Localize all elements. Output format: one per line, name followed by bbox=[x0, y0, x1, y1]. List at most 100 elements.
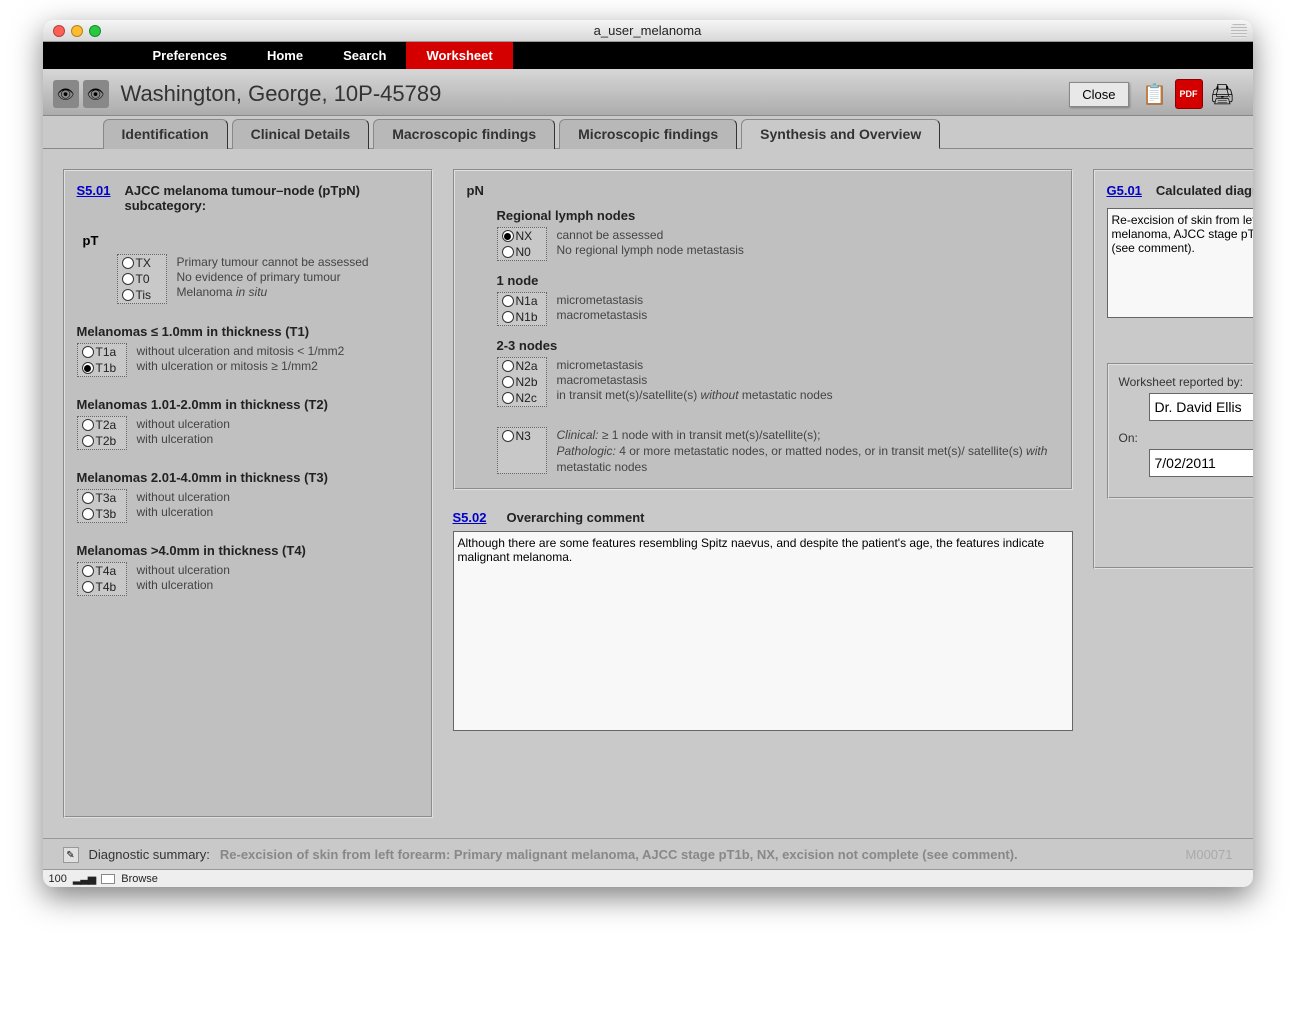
nav-search[interactable]: Search bbox=[323, 42, 406, 69]
pt-group-heading: Melanomas 1.01-2.0mm in thickness (T2) bbox=[77, 397, 419, 412]
footer-icon[interactable]: ✎ bbox=[63, 847, 79, 863]
desc-tis: Melanoma in situ bbox=[177, 285, 369, 299]
reported-by-label: Worksheet reported by: bbox=[1119, 375, 1253, 389]
radio-n0[interactable]: N0 bbox=[498, 244, 546, 260]
radio-n2a[interactable]: N2a bbox=[498, 358, 546, 374]
pn-23nodes-heading: 2-3 nodes bbox=[497, 338, 1059, 353]
panel-summary: G5.01 Calculated diagnostic summary - ed… bbox=[1093, 169, 1253, 569]
tab-microscopic[interactable]: Microscopic findings bbox=[559, 119, 737, 149]
radio-group-23nodes[interactable]: N2a N2b N2c bbox=[497, 357, 547, 407]
reported-by-input[interactable] bbox=[1149, 393, 1253, 421]
radio-tis[interactable]: Tis bbox=[118, 287, 166, 303]
pn-label: pN bbox=[467, 183, 1059, 198]
radio-n1a[interactable]: N1a bbox=[498, 293, 546, 309]
nav-preferences[interactable]: Preferences bbox=[133, 42, 247, 69]
status-zoom[interactable]: 100 bbox=[49, 873, 67, 885]
radio-t1a[interactable]: T1a bbox=[78, 344, 126, 360]
nav-home[interactable]: Home bbox=[247, 42, 323, 69]
desc-n2a: micrometastasis bbox=[557, 358, 833, 372]
overarching-comment-input[interactable] bbox=[453, 531, 1073, 731]
desc-t4b: with ulceration bbox=[137, 578, 230, 592]
pt-group-heading: Melanomas ≤ 1.0mm in thickness (T1) bbox=[77, 324, 419, 339]
diagnostic-summary-input[interactable] bbox=[1107, 208, 1253, 318]
radio-t4b[interactable]: T4b bbox=[78, 579, 126, 595]
pt-group-heading: Melanomas 2.01-4.0mm in thickness (T3) bbox=[77, 470, 419, 485]
desc-t4a: without ulceration bbox=[137, 563, 230, 577]
radio-group-1node[interactable]: N1a N1b bbox=[497, 292, 547, 326]
g501-link[interactable]: G5.01 bbox=[1107, 183, 1142, 198]
s501-title: AJCC melanoma tumour–node (pTpN) subcate… bbox=[124, 183, 418, 213]
desc-tx: Primary tumour cannot be assessed bbox=[177, 255, 369, 269]
patient-title: Washington, George, 10P-45789 bbox=[121, 81, 442, 107]
window-zoom-dot[interactable] bbox=[89, 25, 101, 37]
radio-t3b[interactable]: T3b bbox=[78, 506, 126, 522]
radio-nx[interactable]: NX bbox=[498, 228, 546, 244]
pt-label: pT bbox=[83, 233, 99, 248]
window-min-dot[interactable] bbox=[71, 25, 83, 37]
radio-group-regional[interactable]: NX N0 bbox=[497, 227, 547, 261]
footer-value: Re-excision of skin from left forearm: P… bbox=[220, 847, 1176, 862]
desc-t3b: with ulceration bbox=[137, 505, 230, 519]
desc-n1b: macrometastasis bbox=[557, 308, 648, 322]
status-bars-icon: ▂▃▅ bbox=[73, 872, 95, 885]
radio-n3[interactable]: N3 bbox=[498, 428, 546, 444]
desc-n2c: in transit met(s)/satellite(s) without m… bbox=[557, 388, 833, 402]
desc-t2a: without ulceration bbox=[137, 417, 230, 431]
reported-date-input[interactable] bbox=[1149, 449, 1253, 477]
tab-synthesis[interactable]: Synthesis and Overview bbox=[741, 119, 940, 149]
view-icon-1[interactable]: 👁 bbox=[53, 80, 79, 108]
desc-t1a: without ulceration and mitosis < 1/mm2 bbox=[137, 344, 345, 358]
radio-n1b[interactable]: N1b bbox=[498, 309, 546, 325]
radio-group-pt-2[interactable]: T3aT3b bbox=[77, 489, 127, 523]
s501-link[interactable]: S5.01 bbox=[77, 183, 111, 213]
radio-group-pt-3[interactable]: T4aT4b bbox=[77, 562, 127, 596]
radio-t0[interactable]: T0 bbox=[118, 271, 166, 287]
titlebar-grip-icon bbox=[1231, 24, 1247, 38]
g501-title: Calculated diagnostic summary - editable bbox=[1156, 183, 1253, 198]
desc-t1b: with ulceration or mitosis ≥ 1/mm2 bbox=[137, 359, 345, 373]
radio-group-pt-1[interactable]: T2aT2b bbox=[77, 416, 127, 450]
nav-worksheet[interactable]: Worksheet bbox=[406, 42, 512, 69]
content: S5.01 AJCC melanoma tumour–node (pTpN) s… bbox=[43, 148, 1253, 838]
reported-box: Worksheet reported by: On: 📅 bbox=[1107, 363, 1253, 499]
status-box-icon bbox=[101, 874, 115, 884]
panel-pt: S5.01 AJCC melanoma tumour–node (pTpN) s… bbox=[63, 169, 433, 818]
printer-icon[interactable]: 🖨 bbox=[1209, 79, 1237, 109]
desc-t0: No evidence of primary tumour bbox=[177, 270, 369, 284]
tabs: Identification Clinical Details Macrosco… bbox=[43, 116, 1253, 148]
radio-group-pt-top[interactable]: TX T0 Tis bbox=[117, 254, 167, 304]
radio-t4a[interactable]: T4a bbox=[78, 563, 126, 579]
pn-regional-heading: Regional lymph nodes bbox=[497, 208, 1059, 223]
s502-link[interactable]: S5.02 bbox=[453, 510, 487, 525]
pdf-icon[interactable]: PDF bbox=[1175, 79, 1203, 109]
radio-t3a[interactable]: T3a bbox=[78, 490, 126, 506]
tab-identification[interactable]: Identification bbox=[103, 119, 228, 149]
radio-t2a[interactable]: T2a bbox=[78, 417, 126, 433]
radio-t2b[interactable]: T2b bbox=[78, 433, 126, 449]
s502-title: Overarching comment bbox=[506, 510, 644, 525]
status-mode: Browse bbox=[121, 873, 158, 885]
radio-tx[interactable]: TX bbox=[118, 255, 166, 271]
desc-t2b: with ulceration bbox=[137, 432, 230, 446]
radio-group-n3[interactable]: N3 bbox=[497, 427, 547, 474]
titlebar: a_user_melanoma bbox=[43, 20, 1253, 42]
footer-key: Diagnostic summary: bbox=[89, 847, 210, 862]
tab-clinical-details[interactable]: Clinical Details bbox=[232, 119, 370, 149]
app-window: a_user_melanoma Preferences Home Search … bbox=[43, 20, 1253, 887]
window-close-dot[interactable] bbox=[53, 25, 65, 37]
panel-pn: pN Regional lymph nodes NX N0 cannot be … bbox=[453, 169, 1073, 490]
desc-n1a: micrometastasis bbox=[557, 293, 648, 307]
statusbar: 100 ▂▃▅ Browse bbox=[43, 869, 1253, 887]
clipboard-icon[interactable]: 📋 bbox=[1141, 79, 1169, 109]
close-button[interactable]: Close bbox=[1069, 82, 1128, 107]
pn-1node-heading: 1 node bbox=[497, 273, 1059, 288]
tab-macroscopic[interactable]: Macroscopic findings bbox=[373, 119, 555, 149]
desc-n2b: macrometastasis bbox=[557, 373, 833, 387]
radio-t1b[interactable]: T1b bbox=[78, 360, 126, 376]
radio-n2b[interactable]: N2b bbox=[498, 374, 546, 390]
radio-group-pt-0[interactable]: T1aT1b bbox=[77, 343, 127, 377]
window-title: a_user_melanoma bbox=[43, 23, 1253, 38]
desc-n0: No regional lymph node metastasis bbox=[557, 243, 744, 257]
view-icon-2[interactable]: 👁 bbox=[83, 80, 109, 108]
radio-n2c[interactable]: N2c bbox=[498, 390, 546, 406]
